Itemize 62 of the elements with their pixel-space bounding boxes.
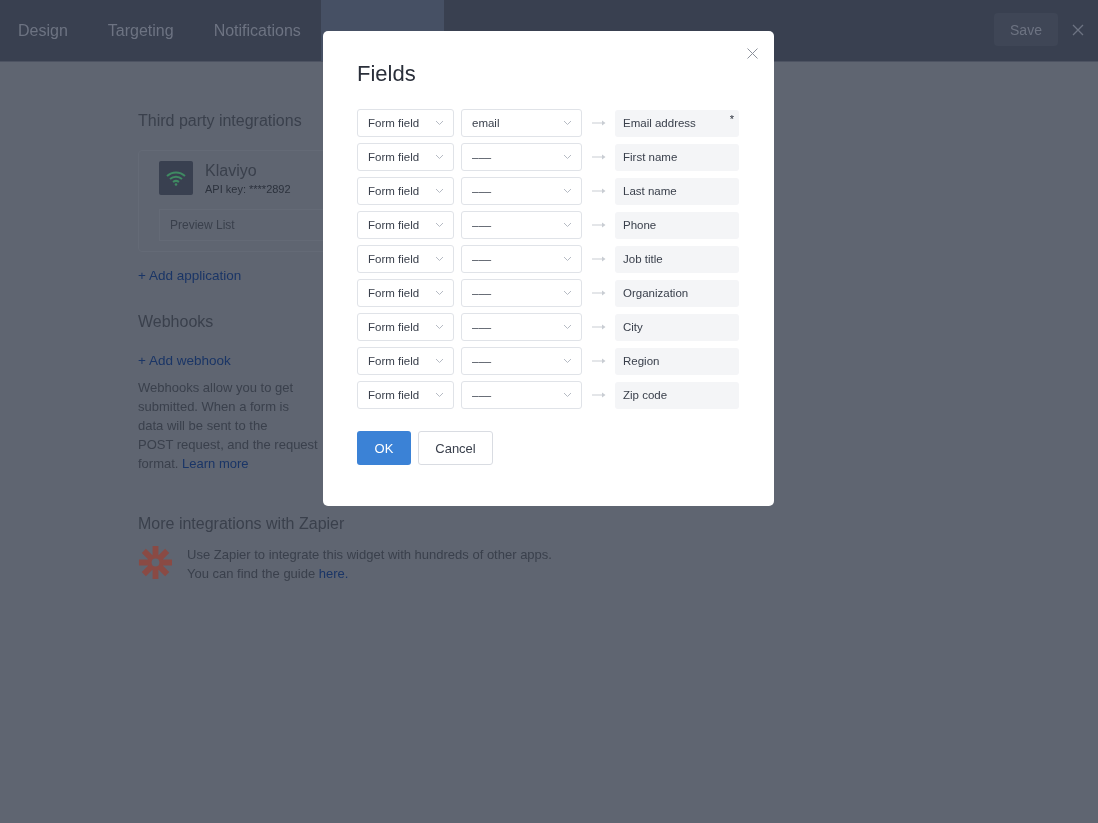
source-select[interactable]: Form field [357,279,454,307]
chevron-down-icon [435,290,444,296]
source-select[interactable]: Form field [357,381,454,409]
close-icon[interactable] [747,48,758,59]
ok-button[interactable]: OK [357,431,411,465]
target-field: Zip code [615,381,739,409]
field-select[interactable]: ––– [461,347,582,375]
field-select[interactable]: ––– [461,177,582,205]
field-select[interactable]: ––– [461,211,582,239]
arrow-right-icon [592,290,606,296]
source-select[interactable]: Form field [357,143,454,171]
chevron-down-icon [435,358,444,364]
wifi-icon [159,161,193,195]
chevron-down-icon [563,358,572,364]
chevron-down-icon [435,188,444,194]
target-field: Phone [615,211,739,239]
arrow-right-icon [592,120,606,126]
chevron-down-icon [435,256,444,262]
source-select[interactable]: Form field [357,211,454,239]
chevron-down-icon [435,222,444,228]
source-select[interactable]: Form field [357,245,454,273]
target-field: Job title [615,245,739,273]
source-select[interactable]: Form field [357,347,454,375]
field-select[interactable]: email [461,109,582,137]
field-select[interactable]: ––– [461,381,582,409]
chevron-down-icon [563,392,572,398]
cancel-button[interactable]: Cancel [418,431,493,465]
source-select[interactable]: Form field [357,177,454,205]
arrow-right-icon [592,256,606,262]
chevron-down-icon [563,188,572,194]
asterisk-logo-icon [138,545,173,580]
chevron-down-icon [563,324,572,330]
source-select[interactable]: Form field [357,109,454,137]
chevron-down-icon [563,256,572,262]
arrow-right-icon [592,154,606,160]
chevron-down-icon [563,154,572,160]
chevron-down-icon [435,392,444,398]
target-field: Last name [615,177,739,205]
arrow-right-icon [592,222,606,228]
target-field: Organization [615,279,739,307]
arrow-right-icon [592,324,606,330]
dialog-title: Fields [357,61,417,87]
arrow-right-icon [592,392,606,398]
chevron-down-icon [563,222,572,228]
chevron-down-icon [435,154,444,160]
target-field: Email address * [615,109,739,137]
arrow-right-icon [592,188,606,194]
field-select[interactable]: ––– [461,143,582,171]
chevron-down-icon [563,120,572,126]
target-field: Region [615,347,739,375]
target-field: City [615,313,739,341]
close-icon[interactable] [1072,24,1084,36]
chevron-down-icon [563,290,572,296]
chevron-down-icon [435,120,444,126]
target-field: First name [615,143,739,171]
chevron-down-icon [435,324,444,330]
source-select[interactable]: Form field [357,313,454,341]
arrow-right-icon [592,358,606,364]
field-select[interactable]: ––– [461,279,582,307]
field-select[interactable]: ––– [461,313,582,341]
required-mark: * [729,112,734,125]
field-select[interactable]: ––– [461,245,582,273]
